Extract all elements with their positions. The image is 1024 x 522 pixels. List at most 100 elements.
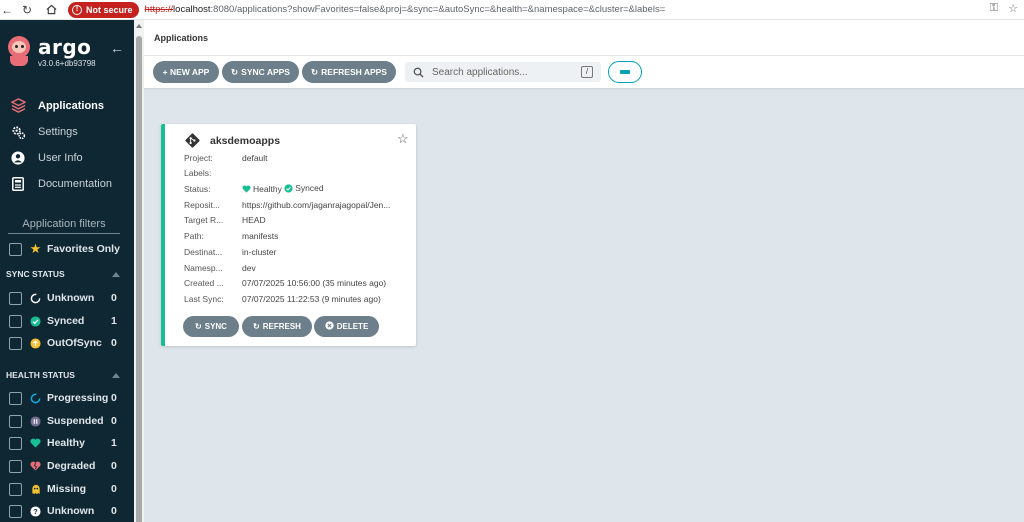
new-app-button[interactable]: + NEW APP	[153, 61, 219, 83]
back-arrow-icon[interactable]: ←	[0, 1, 14, 19]
filter-checkbox[interactable]	[9, 414, 22, 428]
field-label: Labels:	[184, 168, 212, 178]
heart-icon	[242, 185, 251, 193]
sync-button[interactable]: ↻ SYNC	[183, 316, 239, 337]
sync-status-header[interactable]: SYNC STATUS	[6, 269, 124, 279]
filter-checkbox[interactable]	[9, 391, 22, 405]
filter-health-healthy[interactable]: Healthy 1	[0, 433, 134, 453]
field-label: Namesp...	[184, 263, 223, 273]
sidebar-item-applications[interactable]: Applications	[0, 92, 134, 119]
filter-sync-synced[interactable]: Synced 1	[0, 311, 134, 331]
scrollbar-thumb[interactable]	[136, 36, 142, 522]
filter-sync-unknown[interactable]: Unknown 0	[0, 288, 134, 308]
filter-health-missing[interactable]: Missing 0	[0, 479, 134, 499]
key-icon[interactable]: ⚿	[990, 2, 998, 15]
favorites-label: Favorites Only	[47, 243, 120, 255]
filter-count: 0	[111, 415, 117, 427]
filter-health-progressing[interactable]: Progressing 0	[0, 388, 134, 408]
url-path: :8080/applications?showFavorites=false&p…	[210, 4, 666, 15]
field-label: Target R...	[184, 215, 224, 225]
delete-button[interactable]: DELETE	[314, 316, 379, 337]
field-label: Project:	[184, 153, 213, 163]
field-label: Path:	[184, 231, 204, 241]
view-toggle-button[interactable]	[608, 61, 642, 83]
home-icon[interactable]	[42, 1, 60, 19]
destination-value: in-cluster	[242, 247, 277, 257]
favorite-star-icon[interactable]: ☆	[397, 131, 409, 147]
health-status: Healthy	[242, 184, 282, 194]
filter-count: 0	[111, 505, 117, 517]
reload-icon[interactable]: ↻	[18, 1, 36, 19]
user-circle-icon	[10, 150, 26, 166]
brand-version: v3.0.6+db93798	[38, 59, 96, 68]
health-status-header[interactable]: HEALTH STATUS	[6, 370, 124, 380]
favorites-checkbox[interactable]	[9, 242, 22, 256]
filter-checkbox[interactable]	[9, 436, 22, 450]
delete-icon	[325, 321, 334, 332]
circle-notch-icon	[30, 293, 41, 304]
sync-icon: ↻	[195, 322, 202, 331]
filter-checkbox[interactable]	[9, 336, 22, 350]
health-label: Healthy	[253, 183, 282, 194]
filter-count: 1	[111, 315, 117, 327]
breadcrumb[interactable]: Applications	[154, 33, 208, 43]
filter-checkbox[interactable]	[9, 459, 22, 473]
new-app-label: + NEW APP	[162, 67, 210, 77]
security-label: Not secure	[86, 4, 133, 15]
filter-checkbox[interactable]	[9, 314, 22, 328]
filter-label: Suspended	[47, 415, 104, 427]
sync-apps-button[interactable]: ↻ SYNC APPS	[222, 61, 299, 83]
filter-label: Synced	[47, 315, 85, 327]
refresh-button-label: REFRESH	[262, 322, 301, 331]
favorites-filter[interactable]: ★ Favorites Only	[0, 239, 134, 259]
layers-icon	[10, 98, 26, 114]
brand-logo[interactable]: argo v3.0.6+db93798	[6, 36, 96, 68]
repository-value[interactable]: https://github.com/jaganrajagopal/Jen...	[242, 200, 390, 210]
bookmark-star-icon[interactable]: ☆	[1008, 2, 1018, 15]
field-label: Created ...	[184, 278, 224, 288]
sidebar-item-settings[interactable]: Settings	[0, 119, 134, 145]
refresh-apps-button[interactable]: ↻ REFRESH APPS	[302, 61, 396, 83]
collapse-triangle-icon[interactable]	[112, 372, 120, 378]
filter-health-degraded[interactable]: Degraded 0	[0, 456, 134, 476]
app-name[interactable]: aksdemoapps	[210, 135, 280, 147]
application-card[interactable]: aksdemoapps ☆ Project: default Labels: S…	[161, 124, 416, 346]
view-mode-icon	[620, 70, 630, 74]
field-label: Last Sync:	[184, 294, 224, 304]
filter-health-suspended[interactable]: Suspended 0	[0, 411, 134, 431]
filter-label: Unknown	[47, 505, 95, 517]
field-label: Status:	[184, 184, 211, 194]
address-bar[interactable]: https://localhost:8080/applications?show…	[145, 4, 666, 15]
refresh-button[interactable]: ↻ REFRESH	[242, 316, 312, 337]
search-box[interactable]: /	[405, 62, 601, 82]
filter-count: 0	[111, 292, 117, 304]
last-sync-value: 07/07/2025 11:22:53 (9 minutes ago)	[242, 294, 381, 304]
filter-checkbox[interactable]	[9, 291, 22, 305]
filter-count: 0	[111, 392, 117, 404]
sidebar-nav: Applications Settings User Info Document…	[0, 92, 134, 197]
circle-notch-icon	[30, 393, 41, 404]
heart-icon	[30, 438, 41, 449]
star-icon: ★	[29, 241, 42, 256]
search-input[interactable]	[432, 66, 582, 78]
security-badge[interactable]: ! Not secure	[68, 1, 139, 18]
sidebar-item-documentation[interactable]: Documentation	[0, 171, 134, 197]
sidebar-item-user-info[interactable]: User Info	[0, 145, 134, 171]
namespace-value: dev	[242, 263, 256, 273]
sync-button-label: SYNC	[204, 322, 227, 331]
sidebar-item-label: Documentation	[38, 178, 112, 190]
filter-health-unknown[interactable]: ? Unknown 0	[0, 501, 134, 521]
filter-label: Healthy	[47, 437, 85, 449]
filter-label: Missing	[47, 483, 87, 495]
health-status-title: HEALTH STATUS	[6, 370, 75, 380]
filter-sync-outofsync[interactable]: OutOfSync 0	[0, 333, 134, 353]
collapse-triangle-icon[interactable]	[112, 271, 120, 277]
filter-checkbox[interactable]	[9, 482, 22, 496]
scroll-up-arrow-icon[interactable]	[136, 24, 142, 28]
collapse-arrow-icon[interactable]: ←	[110, 40, 124, 56]
refresh-apps-label: REFRESH APPS	[321, 67, 387, 77]
sidebar-scrollbar[interactable]	[134, 20, 144, 522]
filter-label: Unknown	[47, 292, 95, 304]
filter-checkbox[interactable]	[9, 504, 22, 518]
sync-status-title: SYNC STATUS	[6, 269, 65, 279]
